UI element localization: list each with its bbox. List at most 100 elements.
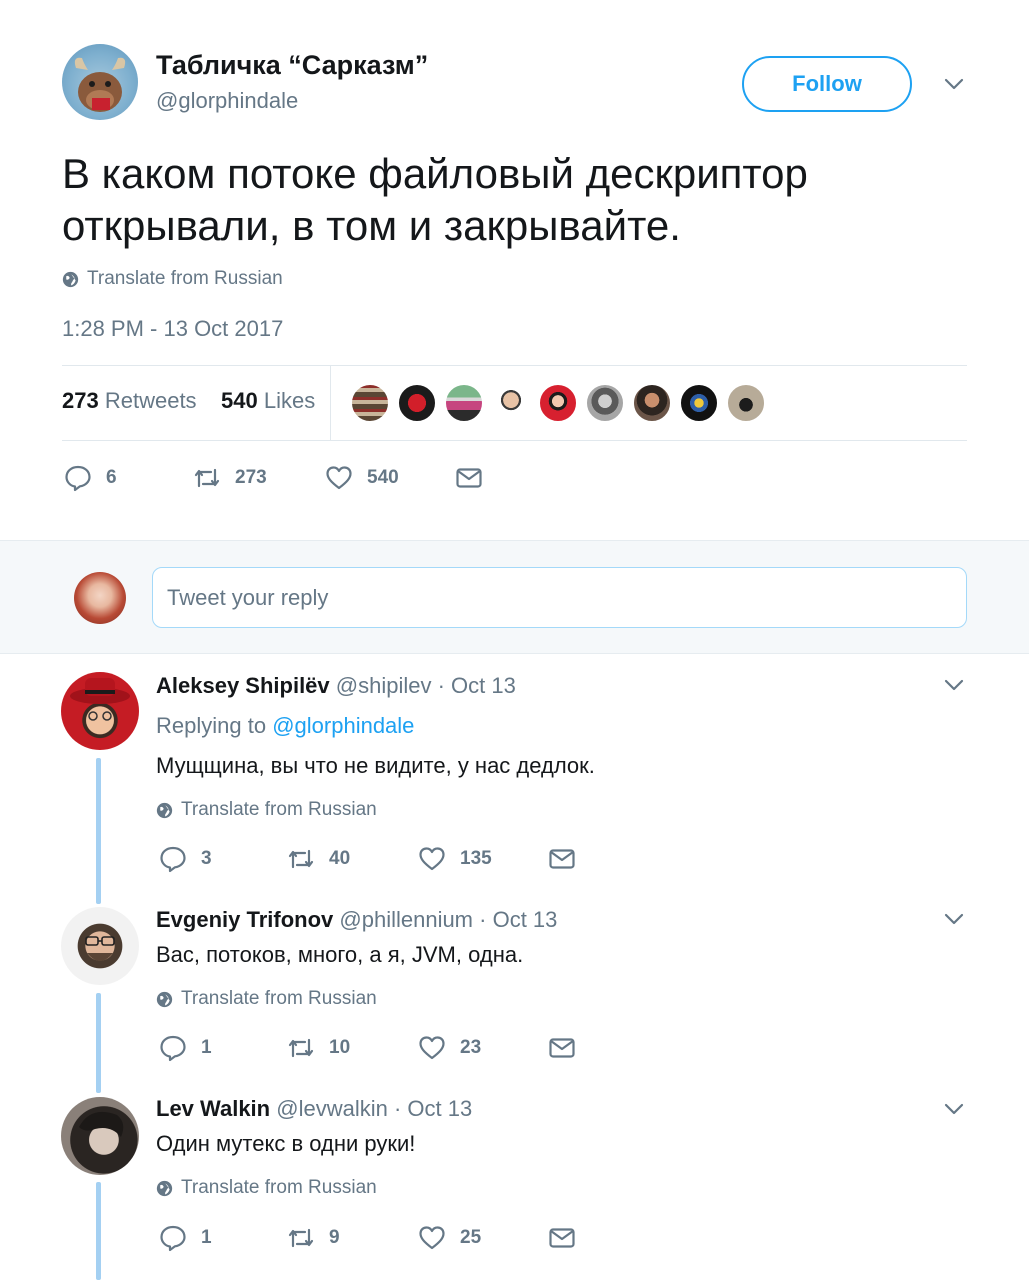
retweet-icon xyxy=(288,1038,314,1058)
reply-action[interactable]: 1 xyxy=(159,1034,212,1062)
liker-avatar[interactable] xyxy=(585,383,625,423)
author-avatar[interactable] xyxy=(62,44,138,120)
reply-avatar[interactable] xyxy=(61,672,139,750)
stats-top-divider xyxy=(62,365,967,366)
reply-author-name[interactable]: Aleksey Shipilёv xyxy=(156,673,330,698)
replying-to-handle[interactable]: @glorphindale xyxy=(272,713,414,738)
retweet-count: 10 xyxy=(329,1037,351,1058)
reply-menu-chevron-icon[interactable] xyxy=(942,907,966,936)
globe-icon xyxy=(62,271,79,287)
retweet-count: 40 xyxy=(329,848,351,869)
envelope-icon xyxy=(456,468,482,488)
heart-icon xyxy=(419,847,445,871)
liker-avatar[interactable] xyxy=(538,383,578,423)
globe-icon xyxy=(156,802,173,818)
reply-date[interactable]: · Oct 13 xyxy=(394,1096,472,1121)
reply-input[interactable]: Tweet your reply xyxy=(152,567,967,628)
direct-message-action[interactable] xyxy=(548,845,576,873)
reply-header: Evgeniy Trifonov @phillennium · Oct 13 xyxy=(156,907,557,933)
reply-count: 1 xyxy=(201,1037,212,1058)
like-count: 25 xyxy=(460,1227,482,1248)
heart-icon xyxy=(419,1226,445,1250)
retweet-action[interactable]: 273 xyxy=(193,464,267,492)
author-handle[interactable]: @glorphindale xyxy=(156,88,298,114)
direct-message-action[interactable] xyxy=(548,1224,576,1252)
globe-icon xyxy=(156,1180,173,1196)
tweet-text: В каком потоке файловый дескриптор откры… xyxy=(62,148,962,252)
thread-line xyxy=(96,1182,101,1280)
tweet-stats: 273 Retweets 540 Likes xyxy=(62,388,315,414)
reply-avatar[interactable] xyxy=(61,907,139,985)
stats-divider xyxy=(330,366,331,440)
reply-count: 3 xyxy=(201,848,212,869)
reply-count: 1 xyxy=(201,1227,212,1248)
reply-icon xyxy=(160,846,186,873)
liker-avatar[interactable] xyxy=(632,383,672,423)
author-name[interactable]: Табличка “Сарказм” xyxy=(156,50,428,81)
translate-link[interactable]: Translate from Russian xyxy=(156,799,377,821)
liker-avatar[interactable] xyxy=(491,383,531,423)
like-count: 23 xyxy=(460,1037,482,1058)
reply-header: Aleksey Shipilёv @shipilev · Oct 13 xyxy=(156,673,516,699)
like-action[interactable]: 25 xyxy=(418,1224,481,1252)
reply-action[interactable]: 6 xyxy=(64,464,117,492)
reply-icon xyxy=(160,1225,186,1252)
reply-menu-chevron-icon[interactable] xyxy=(942,1097,966,1126)
retweets-stat[interactable]: 273 Retweets xyxy=(62,388,197,413)
reply-icon xyxy=(160,1035,186,1062)
translate-label: Translate from Russian xyxy=(181,1177,377,1198)
reply-author-handle[interactable]: @levwalkin xyxy=(276,1096,388,1121)
heart-icon xyxy=(326,466,352,490)
replying-to: Replying to @glorphindale xyxy=(156,713,414,739)
direct-message-action[interactable] xyxy=(548,1034,576,1062)
reply-count: 6 xyxy=(106,467,117,488)
liker-avatar[interactable] xyxy=(350,383,390,423)
retweet-action[interactable]: 40 xyxy=(287,845,350,873)
reply-author-handle[interactable]: @shipilev xyxy=(336,673,432,698)
tweet-menu-chevron-icon[interactable] xyxy=(942,72,966,101)
translate-link[interactable]: Translate from Russian xyxy=(156,988,377,1010)
reply-author-name[interactable]: Lev Walkin xyxy=(156,1096,270,1121)
liker-avatar[interactable] xyxy=(679,383,719,423)
envelope-icon xyxy=(549,1038,575,1058)
reply-date[interactable]: · Oct 13 xyxy=(438,673,516,698)
heart-icon xyxy=(419,1036,445,1060)
like-action[interactable]: 135 xyxy=(418,845,492,873)
likes-stat[interactable]: 540 Likes xyxy=(221,388,315,413)
reply-author-handle[interactable]: @phillennium xyxy=(339,907,473,932)
retweet-action[interactable]: 9 xyxy=(287,1224,340,1252)
retweet-icon xyxy=(288,849,314,869)
reply-avatar[interactable] xyxy=(61,1097,139,1175)
liker-avatar[interactable] xyxy=(444,383,484,423)
retweet-count: 9 xyxy=(329,1227,340,1248)
like-count: 135 xyxy=(460,848,492,869)
thread-line xyxy=(96,758,101,904)
translate-label: Translate from Russian xyxy=(181,988,377,1009)
current-user-avatar[interactable] xyxy=(74,572,126,624)
translate-label: Translate from Russian xyxy=(87,268,283,289)
follow-button[interactable]: Follow xyxy=(742,56,912,112)
tweet-text-line-2: открывали, в том и закрывайте. xyxy=(62,202,681,249)
reply-action[interactable]: 1 xyxy=(159,1224,212,1252)
reply-menu-chevron-icon[interactable] xyxy=(942,673,966,702)
reply-date[interactable]: · Oct 13 xyxy=(479,907,557,932)
translate-link[interactable]: Translate from Russian xyxy=(156,1177,377,1199)
tweet-text-line-1: В каком потоке файловый дескриптор xyxy=(62,150,808,197)
reply-header: Lev Walkin @levwalkin · Oct 13 xyxy=(156,1096,472,1122)
reply-author-name[interactable]: Evgeniy Trifonov xyxy=(156,907,333,932)
reply-icon xyxy=(65,465,91,492)
reply-action[interactable]: 3 xyxy=(159,845,212,873)
retweet-count: 273 xyxy=(235,467,267,488)
liker-avatar[interactable] xyxy=(726,383,766,423)
translate-link[interactable]: Translate from Russian xyxy=(62,268,283,290)
like-action[interactable]: 540 xyxy=(325,464,399,492)
direct-message-action[interactable] xyxy=(455,464,483,492)
liker-avatar[interactable] xyxy=(397,383,437,423)
translate-label: Translate from Russian xyxy=(181,799,377,820)
like-action[interactable]: 23 xyxy=(418,1034,481,1062)
tweet-timestamp[interactable]: 1:28 PM - 13 Oct 2017 xyxy=(62,316,283,342)
retweet-icon xyxy=(288,1228,314,1248)
globe-icon xyxy=(156,991,173,1007)
retweet-action[interactable]: 10 xyxy=(287,1034,350,1062)
reply-text: Вас, потоков, много, а я, JVM, одна. xyxy=(156,942,524,967)
